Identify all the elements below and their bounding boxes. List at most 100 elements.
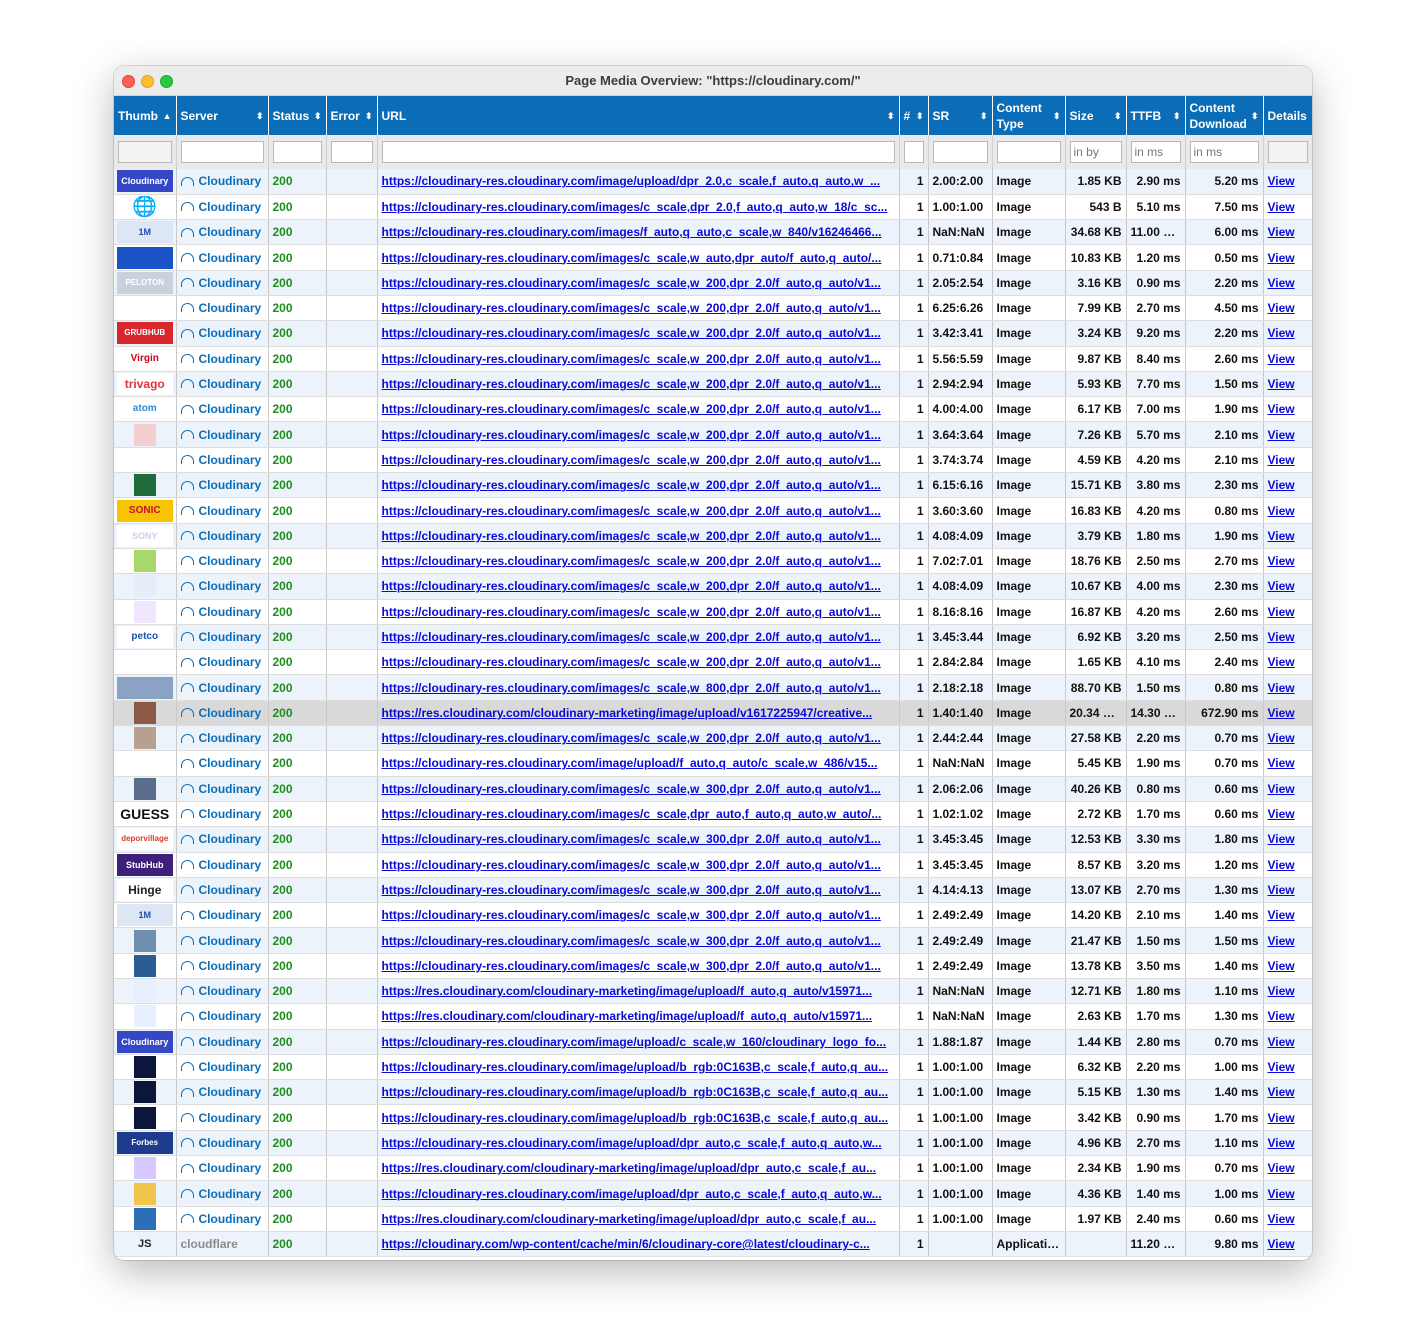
filter-url-input[interactable]: [381, 141, 895, 163]
table-row[interactable]: Cloudinary 200 https://cloudinary-res.clou…: [114, 548, 1312, 575]
view-details-link[interactable]: View: [1268, 1035, 1295, 1049]
url-link[interactable]: https://cloudinary-res.cloudinary.com/im…: [382, 352, 881, 366]
column-header-url[interactable]: URL ⬍: [377, 96, 900, 135]
sort-ascending-icon[interactable]: ▲: [163, 108, 172, 124]
view-details-link[interactable]: View: [1268, 579, 1295, 593]
table-row[interactable]: Cloudinary 200 https://cloudinary-res.clou…: [114, 421, 1312, 448]
view-details-link[interactable]: View: [1268, 428, 1295, 442]
table-row[interactable]: deporvillage Cloudinary 200 https://cloudin…: [114, 826, 1312, 853]
table-row[interactable]: atom Cloudinary 200 https://cloudinary-res.…: [114, 396, 1312, 423]
view-details-link[interactable]: View: [1268, 984, 1295, 998]
url-link[interactable]: https://cloudinary-res.cloudinary.com/im…: [382, 908, 881, 922]
url-link[interactable]: https://cloudinary-res.cloudinary.com/im…: [382, 681, 881, 695]
view-details-link[interactable]: View: [1268, 529, 1295, 543]
view-details-link[interactable]: View: [1268, 1085, 1295, 1099]
filter-status-input[interactable]: [272, 141, 322, 163]
view-details-link[interactable]: View: [1268, 276, 1295, 290]
sort-both-icon[interactable]: ⬍: [1053, 108, 1061, 124]
table-row[interactable]: GUESS Cloudinary 200 https://cloudinary-res…: [114, 801, 1312, 828]
table-row[interactable]: StubHub Cloudinary 200 https://cloudinary-r…: [114, 852, 1312, 878]
table-row[interactable]: 1M Cloudinary 200 https://cloudinary-res.cl…: [114, 219, 1312, 246]
table-row[interactable]: Cloudinary 200 https://cloudinary-res.clou…: [114, 472, 1312, 499]
table-row[interactable]: PELOTON Cloudinary 200 https://cloudinary-r…: [114, 270, 1312, 296]
column-header-details[interactable]: Details: [1263, 96, 1312, 135]
column-header-status[interactable]: Status ⬍: [268, 96, 327, 135]
url-link[interactable]: https://cloudinary-res.cloudinary.com/im…: [382, 504, 881, 518]
table-row[interactable]: 1M Cloudinary 200 https://cloudinary-res.cl…: [114, 902, 1312, 929]
view-details-link[interactable]: View: [1268, 908, 1295, 922]
view-details-link[interactable]: View: [1268, 1136, 1295, 1150]
table-row[interactable]: petco Cloudinary 200 https://cloudinary-res…: [114, 624, 1312, 651]
table-row[interactable]: Cloudinary 200 https://cloudinary-res.clou…: [114, 725, 1312, 752]
sort-both-icon[interactable]: ⬍: [1173, 108, 1181, 124]
url-link[interactable]: https://cloudinary-res.cloudinary.com/im…: [382, 579, 881, 593]
url-link[interactable]: https://res.cloudinary.com/cloudinary-ma…: [382, 984, 873, 998]
view-details-link[interactable]: View: [1268, 681, 1295, 695]
table-row[interactable]: Cloudinary 200 https://res.cloudinary.com/…: [114, 1206, 1312, 1232]
view-details-link[interactable]: View: [1268, 453, 1295, 467]
table-row[interactable]: Cloudinary 200 https://cloudinary-res.clou…: [114, 1104, 1312, 1131]
url-link[interactable]: https://cloudinary-res.cloudinary.com/im…: [382, 1111, 889, 1125]
table-row[interactable]: Cloudinary 200 https://cloudinary-res.clou…: [114, 244, 1312, 271]
url-link[interactable]: https://cloudinary-res.cloudinary.com/im…: [382, 554, 881, 568]
url-link[interactable]: https://cloudinary-res.cloudinary.com/im…: [382, 605, 881, 619]
view-details-link[interactable]: View: [1268, 782, 1295, 796]
filter-error-input[interactable]: [330, 141, 373, 163]
column-header-count[interactable]: # ⬍: [899, 96, 929, 135]
table-row[interactable]: Forbes Cloudinary 200 https://cloudinary-re…: [114, 1130, 1312, 1157]
column-header-server[interactable]: Server ⬍: [176, 96, 269, 135]
url-link[interactable]: https://cloudinary.com/wp-content/cache/…: [382, 1237, 870, 1251]
view-details-link[interactable]: View: [1268, 225, 1295, 239]
table-row[interactable]: 🌐 Cloudinary 200 https://cloudinary-res.clo…: [114, 194, 1312, 221]
filter-type-input[interactable]: [996, 141, 1061, 163]
table-row[interactable]: Cloudinary 200 https://cloudinary-res.clou…: [114, 573, 1312, 600]
view-details-link[interactable]: View: [1268, 858, 1295, 872]
table-row[interactable]: Cloudinary 200 https://cloudinary-res.clou…: [114, 776, 1312, 802]
sort-both-icon[interactable]: ⬍: [314, 108, 322, 124]
filter-count-input[interactable]: [903, 141, 924, 163]
url-link[interactable]: https://cloudinary-res.cloudinary.com/im…: [382, 251, 882, 265]
url-link[interactable]: https://cloudinary-res.cloudinary.com/im…: [382, 959, 881, 973]
table-row[interactable]: Cloudinary 200 https://cloudinary-res.clou…: [114, 927, 1312, 954]
view-details-link[interactable]: View: [1268, 605, 1295, 619]
url-link[interactable]: https://cloudinary-res.cloudinary.com/im…: [382, 756, 878, 770]
view-details-link[interactable]: View: [1268, 807, 1295, 821]
url-link[interactable]: https://cloudinary-res.cloudinary.com/im…: [382, 1136, 882, 1150]
view-details-link[interactable]: View: [1268, 554, 1295, 568]
url-link[interactable]: https://cloudinary-res.cloudinary.com/im…: [382, 858, 881, 872]
url-link[interactable]: https://cloudinary-res.cloudinary.com/im…: [382, 1060, 889, 1074]
view-details-link[interactable]: View: [1268, 1009, 1295, 1023]
url-link[interactable]: https://cloudinary-res.cloudinary.com/im…: [382, 225, 882, 239]
url-link[interactable]: https://cloudinary-res.cloudinary.com/im…: [382, 655, 881, 669]
url-link[interactable]: https://cloudinary-res.cloudinary.com/im…: [382, 1035, 887, 1049]
table-row[interactable]: Cloudinary 200 https://res.cloudinary.com/…: [114, 978, 1312, 1005]
table-row[interactable]: Cloudinary 200 https://cloudinary-res.clou…: [114, 750, 1312, 777]
url-link[interactable]: https://cloudinary-res.cloudinary.com/im…: [382, 1187, 882, 1201]
url-link[interactable]: https://cloudinary-res.cloudinary.com/im…: [382, 630, 881, 644]
view-details-link[interactable]: View: [1268, 1237, 1295, 1251]
url-link[interactable]: https://cloudinary-res.cloudinary.com/im…: [382, 174, 881, 188]
view-details-link[interactable]: View: [1268, 655, 1295, 669]
column-header-thumb[interactable]: Thumb ▲: [114, 96, 177, 135]
table-row[interactable]: Hinge Cloudinary 200 https://cloudinary-res…: [114, 877, 1312, 904]
filter-size-input[interactable]: [1069, 141, 1122, 163]
url-link[interactable]: https://cloudinary-res.cloudinary.com/im…: [382, 276, 881, 290]
url-link[interactable]: https://cloudinary-res.cloudinary.com/im…: [382, 453, 881, 467]
url-link[interactable]: https://cloudinary-res.cloudinary.com/im…: [382, 402, 881, 416]
table-row[interactable]: Cloudinary 200 https://cloudinary-res.clou…: [114, 953, 1312, 980]
table-row[interactable]: Cloudinary 200 https://cloudinary-res.clou…: [114, 447, 1312, 474]
table-row[interactable]: SONY Cloudinary 200 https://cloudinary-res.…: [114, 523, 1312, 549]
url-link[interactable]: https://cloudinary-res.cloudinary.com/im…: [382, 731, 881, 745]
view-details-link[interactable]: View: [1268, 326, 1295, 340]
view-details-link[interactable]: View: [1268, 1187, 1295, 1201]
url-link[interactable]: https://res.cloudinary.com/cloudinary-ma…: [382, 1161, 877, 1175]
view-details-link[interactable]: View: [1268, 402, 1295, 416]
view-details-link[interactable]: View: [1268, 1111, 1295, 1125]
view-details-link[interactable]: View: [1268, 1060, 1295, 1074]
view-details-link[interactable]: View: [1268, 959, 1295, 973]
sort-both-icon[interactable]: ⬍: [1114, 108, 1122, 124]
view-details-link[interactable]: View: [1268, 1161, 1295, 1175]
url-link[interactable]: https://cloudinary-res.cloudinary.com/im…: [382, 782, 881, 796]
view-details-link[interactable]: View: [1268, 478, 1295, 492]
url-link[interactable]: https://cloudinary-res.cloudinary.com/im…: [382, 377, 881, 391]
